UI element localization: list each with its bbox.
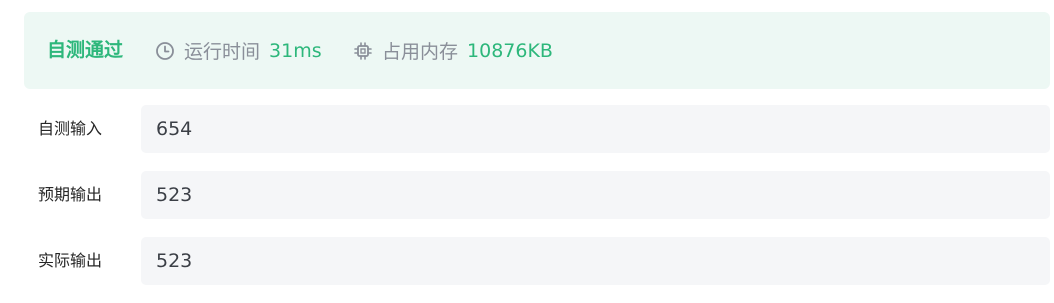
actual-output-label: 实际输出 [38,251,103,270]
memory-value: 10876KB [467,39,553,62]
chip-icon [353,41,373,61]
actual-output-box: 523 [141,237,1050,285]
custom-input-label: 自测输入 [38,119,103,138]
memory-label: 占用内存 [382,41,459,63]
runtime-value: 31ms [269,39,322,62]
actual-output-row: 实际输出 523 [0,237,1054,285]
custom-input-row: 自测输入 654 [0,105,1054,153]
expected-output-box: 523 [141,171,1050,219]
memory-metric: 占用内存 10876KB [353,12,553,89]
test-result-banner: 自测通过 运行时间 31ms 占用内存 10876KB [24,12,1050,89]
test-status-title: 自测通过 [47,39,124,61]
expected-output-row: 预期输出 523 [0,171,1054,219]
runtime-label: 运行时间 [184,41,261,63]
custom-input-box[interactable]: 654 [141,105,1050,153]
clock-icon [155,41,175,61]
runtime-metric: 运行时间 31ms [155,12,322,89]
expected-output-label: 预期输出 [38,185,103,204]
